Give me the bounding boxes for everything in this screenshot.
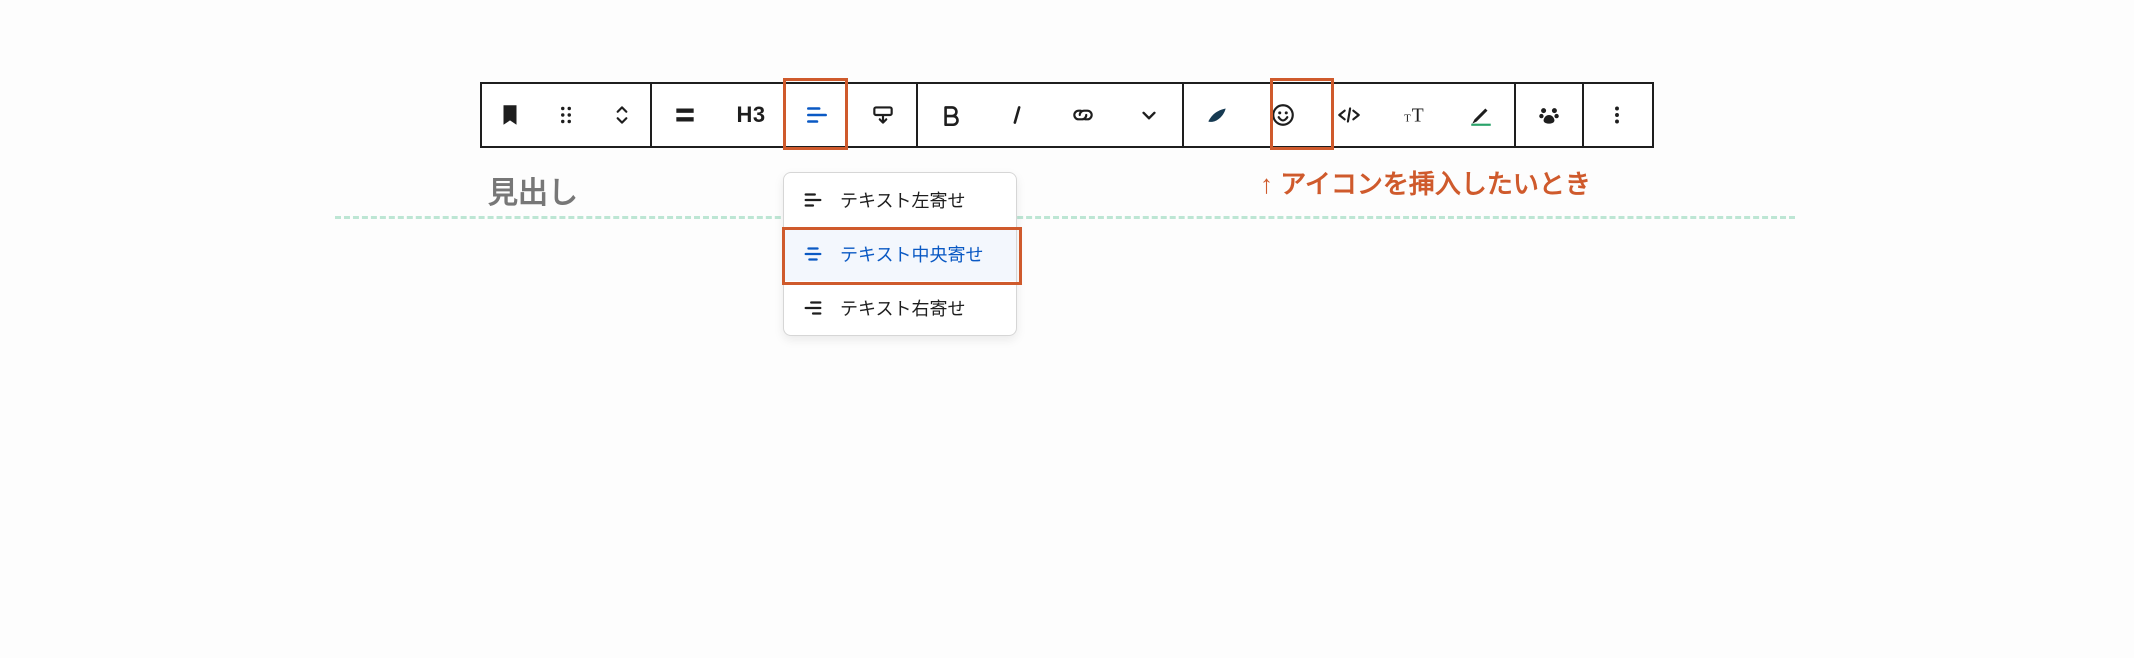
emoji-icon — [1270, 102, 1296, 128]
heading-level-label: H3 — [736, 102, 765, 128]
align-center-icon — [802, 243, 824, 265]
text-align-button[interactable] — [784, 84, 850, 146]
svg-text:T: T — [1404, 113, 1411, 125]
link-icon — [1070, 102, 1096, 128]
inline-code-button[interactable] — [1316, 84, 1382, 146]
chevron-down-icon — [1136, 102, 1162, 128]
width-icon — [870, 102, 896, 128]
heading-placeholder[interactable]: 見出し — [488, 168, 578, 212]
chevron-up-down-icon — [609, 102, 635, 128]
bookmark-icon — [497, 102, 523, 128]
code-icon — [1336, 102, 1362, 128]
insert-icon-button[interactable] — [1250, 84, 1316, 146]
block-type-button[interactable] — [482, 84, 538, 146]
text-size-button[interactable]: T T — [1382, 84, 1448, 146]
transform-button[interactable] — [652, 84, 718, 146]
heading-block-icon — [672, 102, 698, 128]
highlight-icon — [1468, 102, 1494, 128]
drag-icon — [553, 102, 579, 128]
align-left-icon — [802, 189, 824, 211]
align-right-label: テキスト右寄せ — [840, 295, 965, 321]
kebab-icon — [1604, 102, 1630, 128]
italic-button[interactable] — [984, 84, 1050, 146]
svg-text:T: T — [1412, 106, 1424, 127]
heading-level-button[interactable]: H3 — [718, 84, 784, 146]
align-center-item[interactable]: テキスト中央寄せ — [784, 227, 1016, 281]
bold-button[interactable] — [918, 84, 984, 146]
align-right-icon — [802, 297, 824, 319]
paw-button[interactable] — [1516, 84, 1582, 146]
link-button[interactable] — [1050, 84, 1116, 146]
align-left-item[interactable]: テキスト左寄せ — [784, 173, 1016, 227]
highlight-button[interactable] — [1448, 84, 1514, 146]
feather-icon — [1204, 102, 1230, 128]
text-size-icon: T T — [1402, 102, 1428, 128]
align-left-icon — [804, 102, 830, 128]
block-toolbar: H3 — [480, 82, 1654, 148]
feather-button[interactable] — [1184, 84, 1250, 146]
options-button[interactable] — [1584, 84, 1650, 146]
annotation-insert-icon: ↑ アイコンを挿入したいとき — [1260, 164, 1591, 201]
heading-underline — [335, 216, 1795, 219]
paw-icon — [1536, 102, 1562, 128]
text-align-dropdown: テキスト左寄せ テキスト中央寄せ テキスト右寄せ — [783, 172, 1017, 336]
align-center-label: テキスト中央寄せ — [840, 241, 983, 267]
move-up-down[interactable] — [594, 84, 650, 146]
more-rich-text-button[interactable] — [1116, 84, 1182, 146]
italic-icon — [1004, 102, 1030, 128]
drag-handle[interactable] — [538, 84, 594, 146]
align-left-label: テキスト左寄せ — [840, 187, 965, 213]
bold-icon — [938, 102, 964, 128]
width-button[interactable] — [850, 84, 916, 146]
align-right-item[interactable]: テキスト右寄せ — [784, 281, 1016, 335]
